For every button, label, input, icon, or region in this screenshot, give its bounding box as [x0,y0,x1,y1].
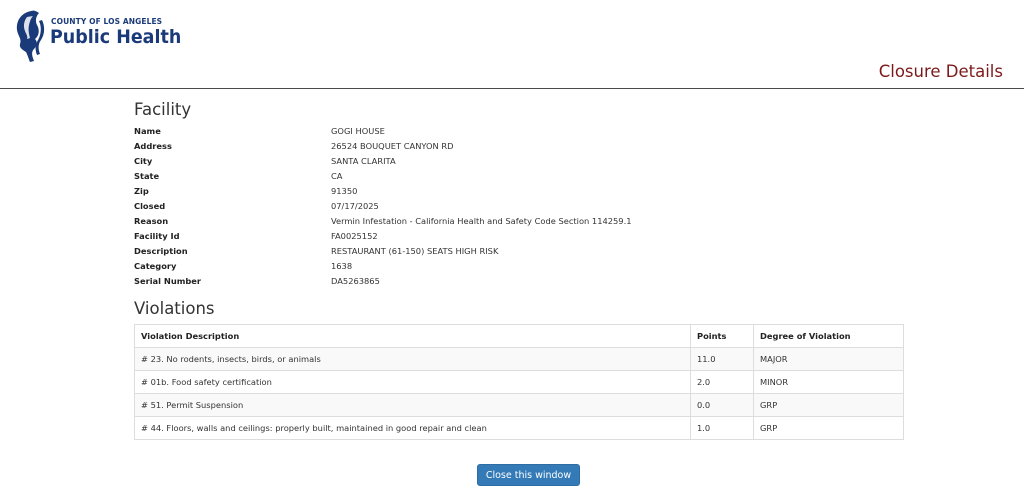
field-serial-number: Serial Number DA5263865 [134,274,934,289]
page-header: COUNTY OF LOS ANGELES Public Health Clos… [0,0,1024,89]
violation-degree: MINOR [753,370,904,394]
column-header-points: Points [690,324,754,348]
field-label: Reason [134,216,169,226]
field-value: 1638 [331,261,353,271]
table-row: # 23. No rodents, insects, birds, or ani… [134,347,904,371]
field-value: 91350 [331,186,358,196]
field-label: Zip [134,186,149,196]
field-value: FA0025152 [331,231,378,241]
public-health-logo[interactable]: COUNTY OF LOS ANGELES Public Health [14,8,184,64]
field-value: CA [331,171,343,181]
field-label: Category [134,261,177,271]
field-zip: Zip 91350 [134,184,934,199]
violation-points: 1.0 [690,416,754,440]
field-value: DA5263865 [331,276,380,286]
column-header-degree: Degree of Violation [753,324,904,348]
field-label: Address [134,141,172,151]
facility-heading: Facility [134,100,192,119]
violation-degree: MAJOR [753,347,904,371]
violation-points: 2.0 [690,370,754,394]
close-window-button[interactable]: Close this window [477,464,580,486]
logo-main-text: Public Health [50,26,182,48]
table-row: # 51. Permit Suspension 0.0 GRP [134,393,904,417]
field-label: Closed [134,201,166,211]
violation-description: # 01b. Food safety certification [134,370,691,394]
field-label: Description [134,246,188,256]
violation-description: # 51. Permit Suspension [134,393,691,417]
table-row: # 01b. Food safety certification 2.0 MIN… [134,370,904,394]
field-name: Name GOGI HOUSE [134,124,934,139]
logo-county-text: COUNTY OF LOS ANGELES [51,17,163,26]
violation-points: 11.0 [690,347,754,371]
field-closed: Closed 07/17/2025 [134,199,934,214]
field-label: Name [134,126,161,136]
field-reason: Reason Vermin Infestation - California H… [134,214,934,229]
la-county-profile-icon [16,10,45,62]
field-description: Description RESTAURANT (61-150) SEATS HI… [134,244,934,259]
field-label: Serial Number [134,276,202,286]
field-city: City SANTA CLARITA [134,154,934,169]
field-label: Facility Id [134,231,180,241]
page-title: Closure Details [878,62,1003,81]
field-state: State CA [134,169,934,184]
field-value: RESTAURANT (61-150) SEATS HIGH RISK [331,246,499,256]
field-label: City [134,156,153,166]
field-label: State [134,171,160,181]
table-row: # 44. Floors, walls and ceilings: proper… [134,416,904,440]
field-value: 26524 BOUQUET CANYON RD [331,141,454,151]
table-header-row: Violation Description Points Degree of V… [134,324,904,348]
violation-description: # 44. Floors, walls and ceilings: proper… [134,416,691,440]
field-value: GOGI HOUSE [331,126,385,136]
violation-degree: GRP [753,416,904,440]
violation-points: 0.0 [690,393,754,417]
field-value: Vermin Infestation - California Health a… [331,216,632,226]
column-header-description: Violation Description [134,324,691,348]
field-category: Category 1638 [134,259,934,274]
violations-table: Violation Description Points Degree of V… [134,324,904,440]
field-facility-id: Facility Id FA0025152 [134,229,934,244]
field-address: Address 26524 BOUQUET CANYON RD [134,139,934,154]
violations-heading: Violations [134,299,215,318]
violation-degree: GRP [753,393,904,417]
field-value: SANTA CLARITA [331,156,396,166]
field-value: 07/17/2025 [331,201,379,211]
violation-description: # 23. No rodents, insects, birds, or ani… [134,347,691,371]
